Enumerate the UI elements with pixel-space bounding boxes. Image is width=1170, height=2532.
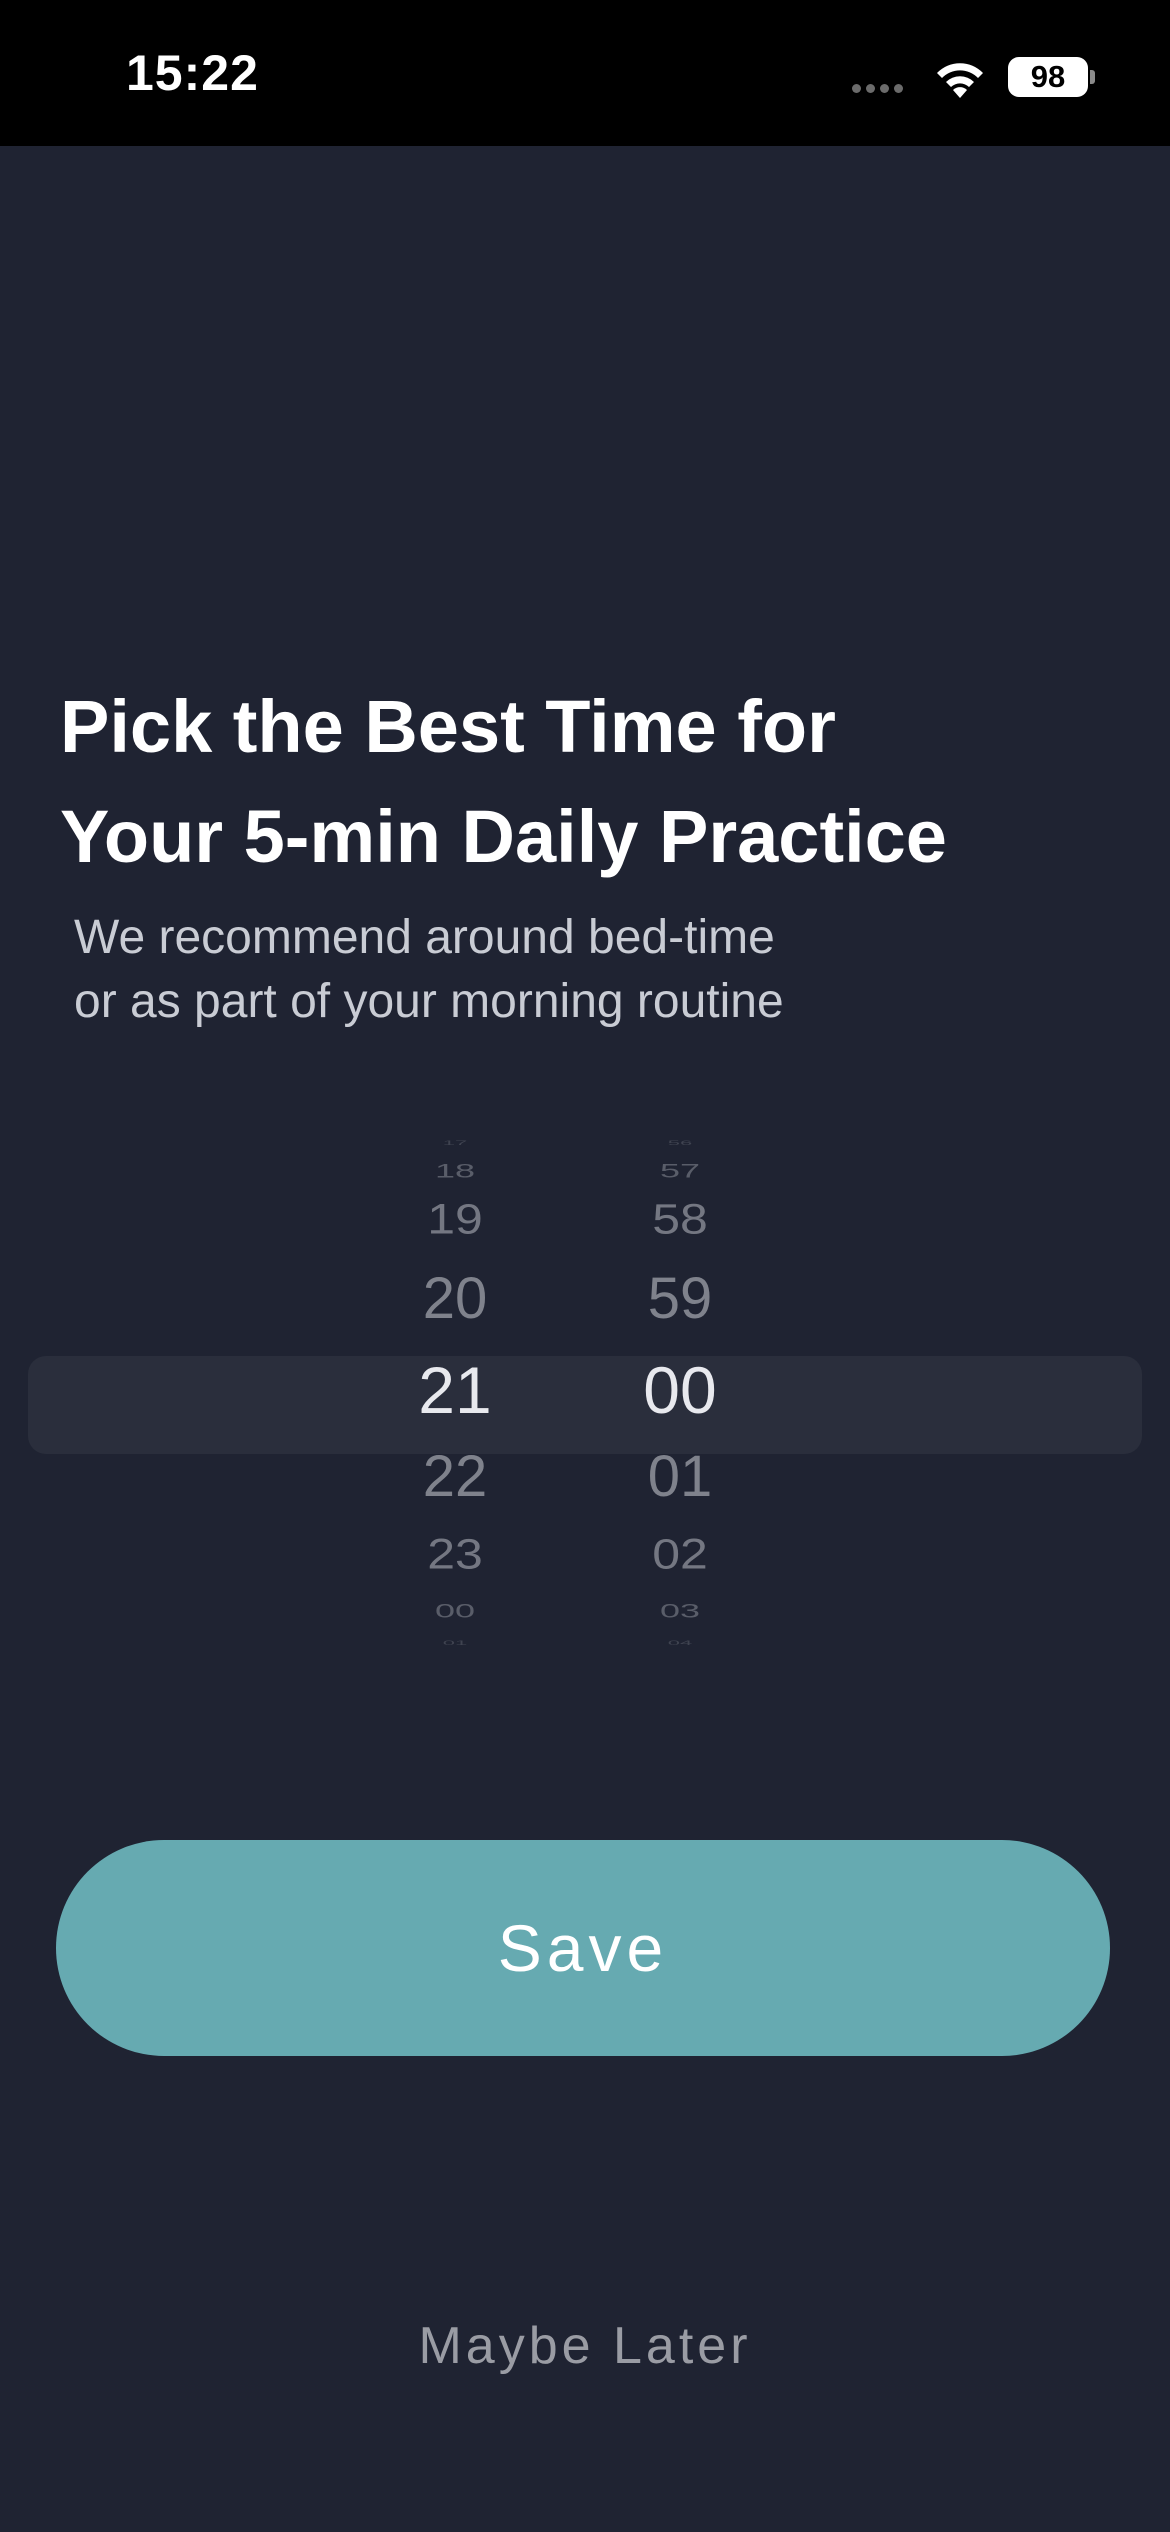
minute-option[interactable]: 59 [605,1265,755,1332]
hour-option[interactable]: 23 [380,1529,530,1578]
maybe-later-link[interactable]: Maybe Later [0,2316,1170,2376]
picker-selection-highlight [28,1356,1142,1454]
battery-icon: 98 [1008,57,1088,97]
hour-wheel[interactable]: 17 18 19 20 21 22 23 00 01 [380,1130,530,1680]
minute-option[interactable]: 58 [605,1194,755,1243]
minute-option[interactable]: 03 [605,1599,755,1622]
hour-option[interactable]: 20 [380,1265,530,1332]
title-line-1: Pick the Best Time for [60,685,836,768]
hour-option[interactable]: 01 [380,1639,530,1647]
minute-option[interactable]: 04 [605,1639,755,1647]
battery-tip [1090,70,1095,84]
hour-option[interactable]: 22 [380,1443,530,1510]
hour-option[interactable]: 18 [380,1159,530,1182]
wifi-icon [937,63,983,98]
subtitle-line-2: or as part of your morning routine [74,975,784,1028]
status-time: 15:22 [126,45,259,101]
page-title: Pick the Best Time for Your 5-min Daily … [60,672,1120,892]
hour-option[interactable]: 17 [380,1139,530,1147]
time-picker[interactable]: 17 18 19 20 21 22 23 00 01 56 57 58 59 0… [0,1130,1170,1680]
status-bar: 15:22 98 [0,0,1170,146]
hour-option-selected[interactable]: 21 [380,1352,530,1428]
cellular-signal-icon [852,84,903,93]
minute-option[interactable]: 01 [605,1443,755,1510]
save-button[interactable]: Save [56,1840,1110,2056]
hour-option[interactable]: 19 [380,1194,530,1243]
page-subtitle: We recommend around bed-time or as part … [74,906,1074,1034]
minute-option[interactable]: 56 [605,1139,755,1147]
minute-wheel[interactable]: 56 57 58 59 00 01 02 03 04 [605,1130,755,1680]
title-line-2: Your 5-min Daily Practice [60,795,947,878]
minute-option[interactable]: 57 [605,1159,755,1182]
minute-option-selected[interactable]: 00 [605,1352,755,1428]
hour-option[interactable]: 00 [380,1599,530,1622]
minute-option[interactable]: 02 [605,1529,755,1578]
subtitle-line-1: We recommend around bed-time [74,911,775,964]
